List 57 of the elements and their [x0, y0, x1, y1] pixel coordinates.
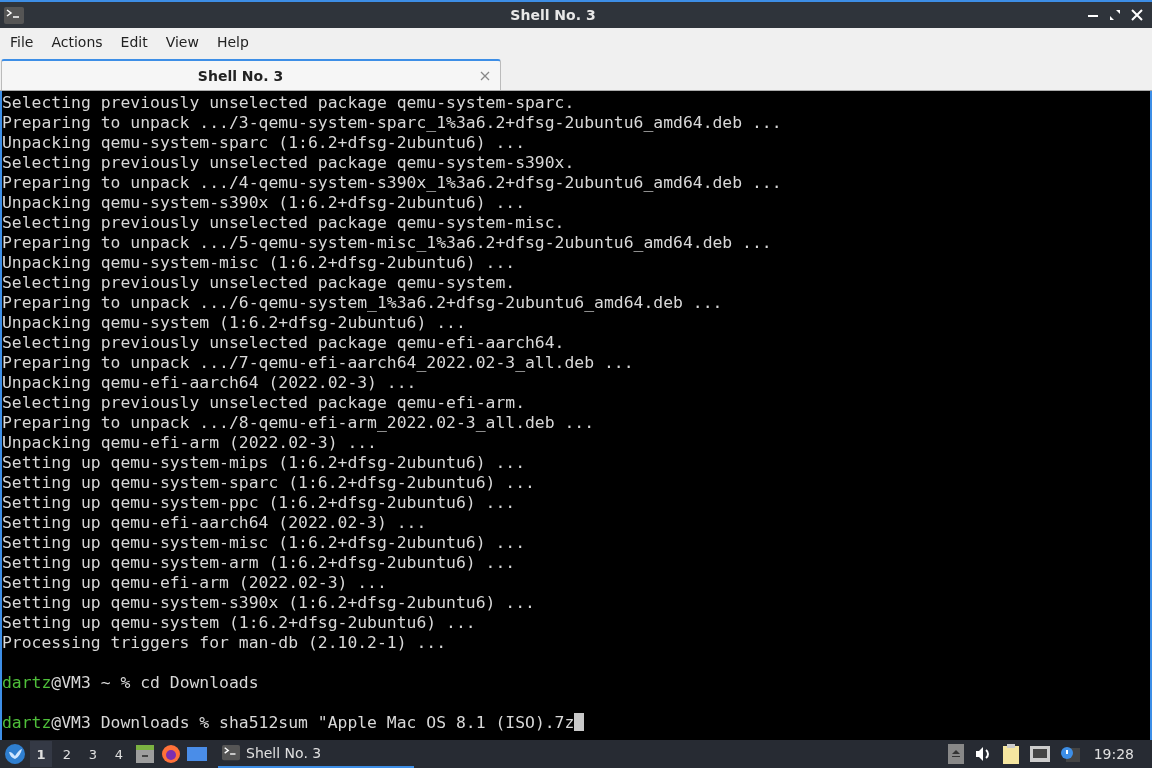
- terminal-line: Preparing to unpack .../7-qemu-efi-aarch64_2022.02-3_all.deb ...: [2, 353, 634, 372]
- prompt-user: dartz: [2, 713, 52, 732]
- terminal-line: Setting up qemu-efi-arm (2022.02-3) ...: [2, 573, 387, 592]
- terminal-line: Selecting previously unselected package qemu-system-s390x.: [2, 153, 575, 172]
- window-title: Shell No. 3: [509, 7, 597, 23]
- menu-item[interactable]: File: [2, 30, 42, 54]
- terminal-line: Selecting previously unselected package qemu-system-misc.: [2, 213, 565, 232]
- menu-item[interactable]: View: [157, 30, 207, 54]
- terminal-line: Setting up qemu-efi-aarch64 (2022.02-3) ...: [2, 513, 427, 532]
- prompt-user: dartz: [2, 673, 52, 692]
- terminal-line: Setting up qemu-system-s390x (1:6.2+dfsg-2ubuntu6) ...: [2, 593, 535, 612]
- terminal-line: Setting up qemu-system-sparc (1:6.2+dfsg-2ubuntu6) ...: [2, 473, 535, 492]
- terminal-line: Setting up qemu-system-ppc (1:6.2+dfsg-2ubuntu6) ...: [2, 493, 516, 512]
- terminal-line: Setting up qemu-system-misc (1:6.2+dfsg-2ubuntu6) ...: [2, 533, 525, 552]
- terminal-line: Unpacking qemu-efi-aarch64 (2022.02-3) ...: [2, 373, 417, 392]
- speaker-icon[interactable]: [973, 745, 992, 763]
- terminal-line: Unpacking qemu-efi-arm (2022.02-3) ...: [2, 433, 377, 452]
- terminal-line: Unpacking qemu-system-misc (1:6.2+dfsg-2ubuntu6) ...: [2, 253, 516, 272]
- terminal-command: @VM3 Downloads % sha512sum "Apple Mac OS 8.1 (ISO).7z: [51, 713, 575, 732]
- terminal-line: Preparing to unpack .../4-qemu-system-s390x_1%3a6.2+dfsg-2ubuntu6_amd64.deb ...: [2, 173, 782, 192]
- menu-item[interactable]: Help: [208, 30, 257, 54]
- terminal-line: Setting up qemu-system-arm (1:6.2+dfsg-2ubuntu6) ...: [2, 553, 516, 572]
- task-button[interactable]: Shell No. 3: [218, 740, 414, 768]
- desktop-switch[interactable]: 4: [108, 741, 130, 767]
- close-icon[interactable]: [479, 69, 491, 82]
- terminal-line: Setting up qemu-system (1:6.2+dfsg-2ubuntu6) ...: [2, 613, 476, 632]
- terminal-line: Selecting previously unselected package qemu-efi-arm.: [2, 393, 525, 412]
- desktop-switch[interactable]: 1: [30, 741, 52, 767]
- terminal-area[interactable]: [0, 91, 1152, 740]
- terminal-line: Preparing to unpack .../6-qemu-system_1%3a6.2+dfsg-2ubuntu6_amd64.deb ...: [2, 293, 723, 312]
- tab[interactable]: Shell No. 3: [1, 59, 501, 90]
- close-icon: [1131, 9, 1143, 21]
- desktop-switch[interactable]: 3: [82, 741, 104, 767]
- menu-item[interactable]: Actions: [43, 30, 111, 54]
- terminal-line: Selecting previously unselected package qemu-efi-aarch64.: [2, 333, 565, 352]
- terminal-line: Preparing to unpack .../5-qemu-system-misc_1%3a6.2+dfsg-2ubuntu6_amd64.deb ...: [2, 233, 772, 252]
- file-cabinet-icon[interactable]: [134, 743, 156, 765]
- browser-icon[interactable]: [160, 743, 182, 765]
- clipboard-icon[interactable]: [1001, 743, 1020, 765]
- desktop-switch[interactable]: 2: [56, 741, 78, 767]
- eject-icon[interactable]: [947, 744, 964, 764]
- terminal-line: Processing triggers for man-db (2.10.2-1) ...: [2, 633, 447, 652]
- notification-icon[interactable]: [1059, 745, 1080, 763]
- terminal-line: Selecting previously unselected package qemu-system.: [2, 273, 516, 292]
- terminal-line: Preparing to unpack .../8-qemu-efi-arm_2022.02-3_all.deb ...: [2, 413, 595, 432]
- terminal-line: Selecting previously unselected package qemu-system-sparc.: [2, 93, 575, 112]
- terminal-line: Setting up qemu-system-mips (1:6.2+dfsg-2ubuntu6) ...: [2, 453, 525, 472]
- terminal-command: @VM3 ~ % cd Downloads: [51, 673, 259, 692]
- terminal-line: Preparing to unpack .../3-qemu-system-sparc_1%3a6.2+dfsg-2ubuntu6_amd64.deb ...: [2, 113, 782, 132]
- terminal-icon: [4, 6, 24, 24]
- terminal-icon: [222, 745, 240, 761]
- maximize-icon: [1109, 9, 1121, 21]
- terminal-line: Unpacking qemu-system (1:6.2+dfsg-2ubuntu6) ...: [2, 313, 466, 332]
- clock[interactable]: 19:28: [1093, 746, 1134, 762]
- terminal-line: Unpacking qemu-system-sparc (1:6.2+dfsg-2ubuntu6) ...: [2, 133, 525, 152]
- menu-item[interactable]: Edit: [112, 30, 156, 54]
- terminal-line: Unpacking qemu-system-s390x (1:6.2+dfsg-2ubuntu6) ...: [2, 193, 525, 212]
